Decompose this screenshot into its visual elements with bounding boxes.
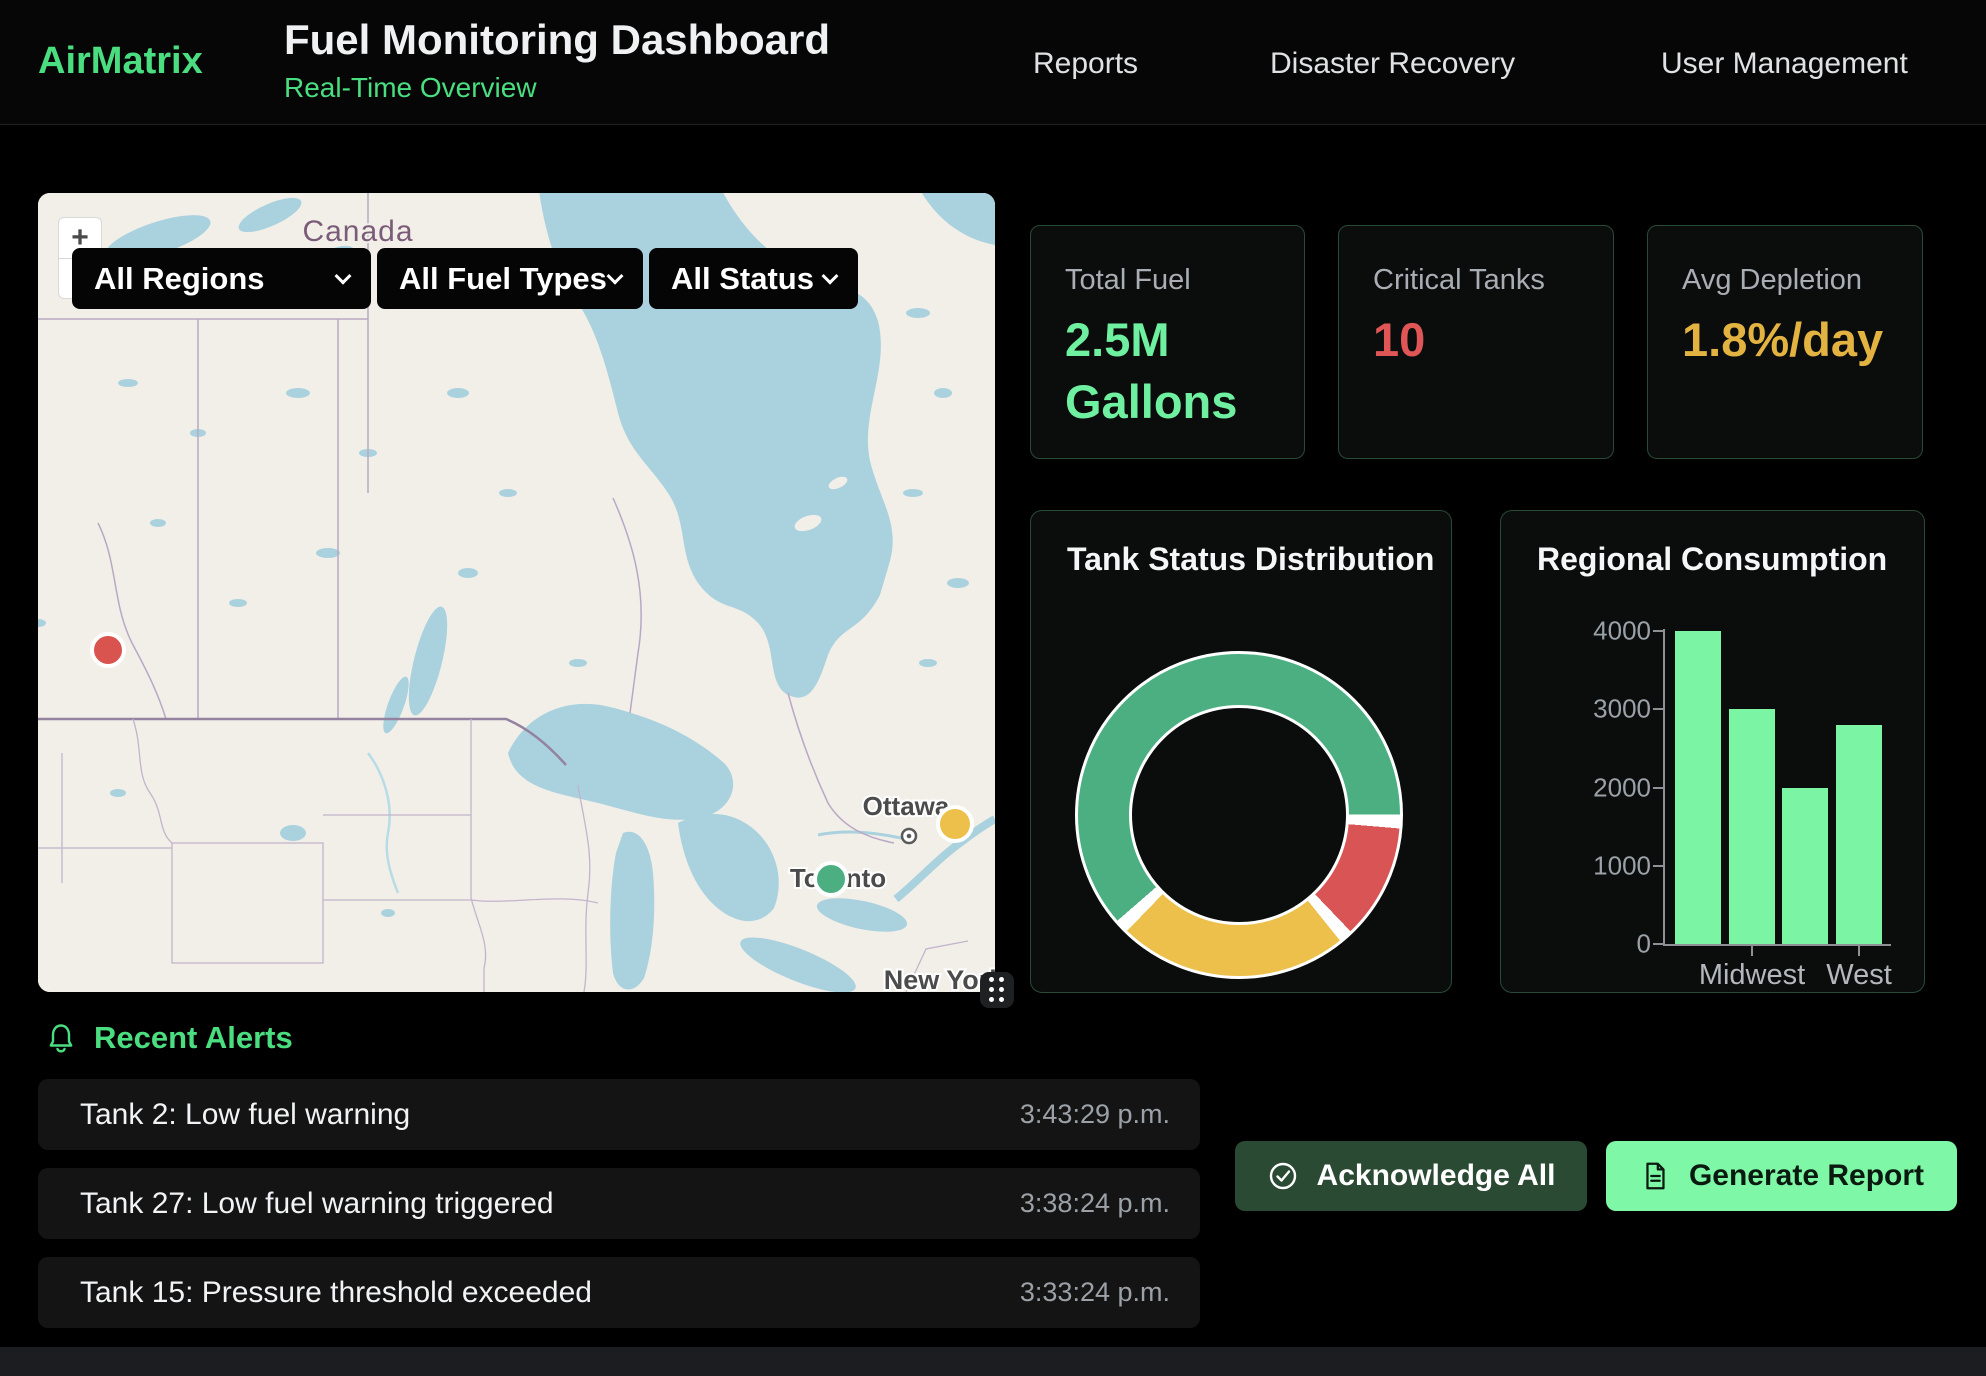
alert-row[interactable]: Tank 2: Low fuel warning 3:43:29 p.m. (38, 1079, 1200, 1150)
stat-card-critical-tanks: Critical Tanks 10 (1338, 225, 1614, 459)
y-tick-label: 0 (1559, 929, 1651, 960)
document-icon (1639, 1160, 1671, 1192)
app-logo: AirMatrix (38, 40, 203, 83)
status-filter-value: All Status (671, 261, 814, 297)
regional-consumption-bar-chart: 0 1000 2000 3000 4000 Midwest West (1501, 511, 1926, 994)
stat-value: 1.8%/day (1682, 309, 1888, 371)
stat-value: 2.5M Gallons (1065, 309, 1270, 433)
alert-row[interactable]: Tank 15: Pressure threshold exceeded 3:3… (38, 1257, 1200, 1328)
status-filter-select[interactable]: All Status (649, 248, 858, 309)
tank-status-donut-chart (1075, 651, 1403, 979)
y-tick-label: 1000 (1559, 850, 1651, 881)
fuel-type-filter-value: All Fuel Types (399, 261, 607, 297)
alerts-header: Recent Alerts (44, 1020, 293, 1056)
stat-label: Total Fuel (1065, 264, 1270, 297)
dashboard-root: AirMatrix Fuel Monitoring Dashboard Real… (0, 0, 1986, 1376)
x-tick-label: West (1826, 959, 1892, 992)
alert-time: 3:33:24 p.m. (1020, 1277, 1170, 1308)
bottom-strip (0, 1347, 1986, 1376)
map-resize-handle[interactable] (980, 972, 1014, 1008)
map-label-new-york: New York (884, 965, 995, 992)
chevron-down-icon (607, 267, 624, 284)
region-filter-value: All Regions (94, 261, 265, 297)
y-tick-label: 4000 (1559, 616, 1651, 647)
map-filters: All Regions All Fuel Types All Status (72, 248, 858, 309)
alert-time: 3:43:29 p.m. (1020, 1099, 1170, 1130)
x-tick-mark (1858, 946, 1860, 956)
stat-value: 10 (1373, 309, 1579, 371)
acknowledge-all-label: Acknowledge All (1317, 1159, 1556, 1193)
alert-row[interactable]: Tank 27: Low fuel warning triggered 3:38… (38, 1168, 1200, 1239)
nav-user-management[interactable]: User Management (1661, 47, 1908, 81)
alert-time: 3:38:24 p.m. (1020, 1188, 1170, 1219)
page-subtitle: Real-Time Overview (284, 72, 537, 104)
y-tick-mark (1653, 865, 1663, 867)
map-panel[interactable]: Canada Ottawa Toronto New York + − All R… (38, 193, 995, 992)
chevron-down-icon (822, 267, 839, 284)
regional-consumption-chart-card: Regional Consumption 01000200030004000Mi… (1500, 510, 1925, 993)
marker-normal[interactable] (815, 863, 847, 895)
chart-title: Tank Status Distribution (1067, 541, 1434, 578)
tank-status-chart-card: Tank Status Distribution (1030, 510, 1452, 993)
x-axis (1663, 944, 1891, 946)
chevron-down-icon (335, 267, 352, 284)
y-tick-label: 3000 (1559, 694, 1651, 725)
header-bar: AirMatrix Fuel Monitoring Dashboard Real… (0, 0, 1986, 125)
alert-message: Tank 27: Low fuel warning triggered (80, 1187, 554, 1221)
y-tick-mark (1653, 630, 1663, 632)
page-title: Fuel Monitoring Dashboard (284, 16, 830, 64)
map-label-ottawa: Ottawa (863, 791, 950, 821)
generate-report-button[interactable]: Generate Report (1606, 1141, 1957, 1211)
map-label-canada: Canada (302, 215, 413, 248)
check-circle-icon (1267, 1160, 1299, 1192)
nav-disaster-recovery[interactable]: Disaster Recovery (1270, 47, 1515, 81)
fuel-type-filter-select[interactable]: All Fuel Types (377, 248, 643, 309)
y-tick-label: 2000 (1559, 772, 1651, 803)
alert-message: Tank 2: Low fuel warning (80, 1098, 410, 1132)
x-tick-label: Midwest (1699, 959, 1805, 992)
bell-icon (44, 1021, 78, 1055)
y-tick-mark (1653, 708, 1663, 710)
generate-report-label: Generate Report (1689, 1159, 1924, 1193)
y-axis (1663, 629, 1665, 946)
marker-warning[interactable] (938, 807, 972, 841)
bar-region-3 (1782, 788, 1828, 945)
stat-card-avg-depletion: Avg Depletion 1.8%/day (1647, 225, 1923, 459)
bar-Midwest (1729, 709, 1775, 944)
y-tick-mark (1653, 787, 1663, 789)
stat-label: Critical Tanks (1373, 264, 1579, 297)
marker-critical[interactable] (92, 634, 124, 666)
region-filter-select[interactable]: All Regions (72, 248, 371, 309)
nav-reports[interactable]: Reports (1033, 47, 1138, 81)
stat-label: Avg Depletion (1682, 264, 1888, 297)
bar-region-1 (1675, 631, 1721, 944)
y-tick-mark (1653, 943, 1663, 945)
bar-West (1836, 725, 1882, 944)
alert-message: Tank 15: Pressure threshold exceeded (80, 1276, 592, 1310)
stat-card-total-fuel: Total Fuel 2.5M Gallons (1030, 225, 1305, 459)
map-canvas[interactable]: Canada Ottawa Toronto New York (38, 193, 995, 992)
acknowledge-all-button[interactable]: Acknowledge All (1235, 1141, 1587, 1211)
x-tick-mark (1751, 946, 1753, 956)
alerts-title: Recent Alerts (94, 1020, 293, 1056)
